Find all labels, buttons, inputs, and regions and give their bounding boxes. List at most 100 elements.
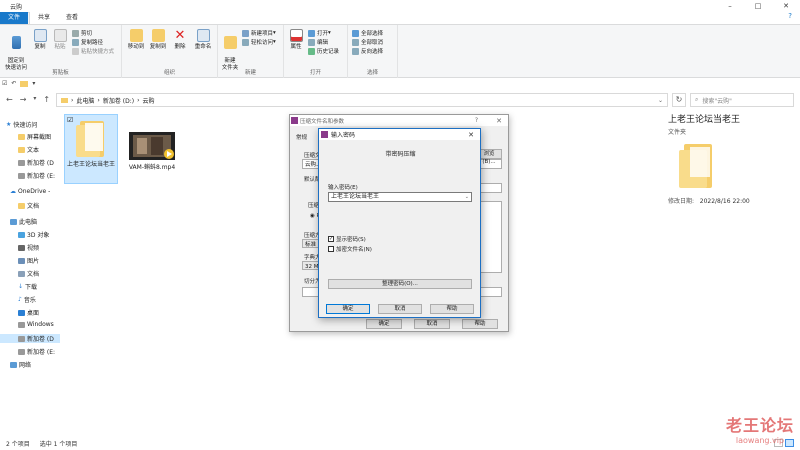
tab-file[interactable]: 文件 <box>0 12 29 24</box>
details-pane: 上老王论坛当老王 文件夹 修改日期: 2022/8/16 22:00 <box>668 112 798 205</box>
move-to-button[interactable]: 移动到 <box>126 29 146 51</box>
nav-onedrive-docs[interactable]: 文档 <box>18 201 39 210</box>
compress-cancel-button[interactable]: 取消 <box>414 319 450 329</box>
copy-button[interactable]: 复制 <box>32 29 48 51</box>
edit-button[interactable]: 编辑 <box>308 38 328 46</box>
close-icon[interactable]: ✕ <box>468 131 474 139</box>
nav-item-drive-d[interactable]: 新加卷 (D <box>18 158 54 167</box>
nav-pc-drive-d[interactable]: 新加卷 (D <box>0 334 60 343</box>
organize-group-label: 组织 <box>163 70 175 76</box>
help-button[interactable]: 帮助 <box>430 304 474 314</box>
file-item-folder[interactable]: ☑ 上老王论坛当老王 <box>64 114 118 184</box>
properties-button[interactable]: 属性 <box>288 29 304 51</box>
pin-icon <box>11 36 21 49</box>
nav-pc-pictures[interactable]: 图片 <box>18 256 39 265</box>
folder-small-icon[interactable] <box>20 80 29 87</box>
nav-pc-desktop[interactable]: 桌面 <box>18 308 39 317</box>
password-dialog-titlebar: 输入密码 ✕ <box>319 129 480 140</box>
invert-selection-button[interactable]: 反向选择 <box>352 47 383 55</box>
edit-icon <box>308 38 315 46</box>
clipboard-group-label: 剪贴板 <box>52 70 69 76</box>
properties-icon <box>289 29 303 42</box>
maximize-icon[interactable]: □ <box>744 0 772 12</box>
search-input[interactable]: ⌕ 搜索"云购" <box>690 93 794 107</box>
address-bar[interactable]: › 此电脑 › 新加卷 (D:) › 云购 ⌄ <box>56 93 668 107</box>
paste-shortcut-button[interactable]: 粘贴快捷方式 <box>72 47 114 55</box>
help-icon[interactable]: ? <box>475 117 478 124</box>
checkbox-icon[interactable]: ☑ <box>67 116 73 124</box>
music-icon: ♪ <box>18 296 22 303</box>
open-button[interactable]: 打开 ▾ <box>308 29 331 37</box>
select-none-button[interactable]: 全部取消 <box>352 38 383 46</box>
password-label: 输入密码(E) <box>328 185 358 191</box>
password-dialog-heading: 带密码压缩 <box>385 151 416 158</box>
details-title: 上老王论坛当老王 <box>668 115 741 125</box>
video-thumbnail-icon <box>129 132 175 160</box>
crumb-drive-d[interactable]: 新加卷 (D:) <box>103 96 134 105</box>
tab-general[interactable]: 常规 <box>296 133 307 141</box>
password-input[interactable]: 上老王论坛当老王 ⌄ <box>328 192 472 202</box>
search-icon: ⌕ <box>695 96 699 103</box>
chevron-down-icon[interactable]: ⌄ <box>465 193 469 201</box>
new-folder-button[interactable]: 新建 文件夹 <box>220 29 240 72</box>
undo-icon[interactable]: ↶ <box>11 80 16 87</box>
folder-icon <box>18 202 25 209</box>
nav-this-pc[interactable]: 此电脑 <box>10 217 37 226</box>
cancel-button[interactable]: 取消 <box>378 304 422 314</box>
qat-dropdown-icon[interactable]: ▾ <box>32 80 35 87</box>
cut-button[interactable]: 剪切 <box>72 29 92 37</box>
history-button[interactable]: 历史记录 <box>308 47 339 55</box>
compress-ok-button[interactable]: 确定 <box>366 319 402 329</box>
close-icon[interactable]: ✕ <box>496 117 502 125</box>
nav-item-drive-e[interactable]: 新加卷 (E: <box>18 171 55 180</box>
file-item-video[interactable]: VAM-蝌蚪8.mp4 <box>124 132 180 192</box>
organize-group: 移动到 复制到 ✕ 删除 重命名 组织 <box>122 25 218 78</box>
nav-pc-downloads[interactable]: ↓ 下载 <box>18 282 37 291</box>
nav-pc-windows[interactable]: Windows <box>18 321 54 328</box>
refresh-icon[interactable]: ↻ <box>672 93 686 107</box>
new-group-label: 新建 <box>244 70 256 76</box>
minimize-icon[interactable]: – <box>716 0 744 12</box>
copy-path-button[interactable]: 复制路径 <box>72 38 103 46</box>
checkbox-icon[interactable]: ☑ <box>2 80 7 87</box>
copy-to-button[interactable]: 复制到 <box>148 29 168 51</box>
rename-button[interactable]: 重命名 <box>192 29 214 51</box>
recent-dropdown-icon[interactable]: ▾ <box>33 95 36 104</box>
forward-icon[interactable]: → <box>20 95 27 104</box>
nav-item-text[interactable]: 文本 <box>18 145 39 154</box>
nav-quick-access[interactable]: ★ 快速访问 <box>6 120 37 129</box>
nav-pc-video[interactable]: 视频 <box>18 243 39 252</box>
crumb-this-pc[interactable]: 此电脑 <box>76 96 94 105</box>
nav-network[interactable]: 网络 <box>10 360 31 369</box>
nav-pc-drive-e[interactable]: 新加卷 (E: <box>18 347 55 356</box>
manage-passwords-button[interactable]: 整理密码(O)... <box>328 279 472 289</box>
back-icon[interactable]: ← <box>6 95 13 104</box>
crumb-yungou[interactable]: 云购 <box>142 96 154 105</box>
nav-pc-3d[interactable]: 3D 对象 <box>18 230 49 239</box>
drive-icon <box>18 335 25 342</box>
easy-access-button[interactable]: 轻松访问 ▾ <box>242 38 276 46</box>
paste-button[interactable]: 粘贴 <box>52 29 68 51</box>
tab-view[interactable]: 查看 <box>58 12 86 24</box>
download-icon: ↓ <box>18 283 24 290</box>
compress-help-button[interactable]: 帮助 <box>462 319 498 329</box>
nav-pc-music[interactable]: ♪ 音乐 <box>18 295 36 304</box>
encrypt-names-checkbox[interactable]: 加密文件名(N) <box>328 245 372 253</box>
watermark: 老王论坛 laowang.vip <box>725 416 794 445</box>
up-icon[interactable]: ↑ <box>43 95 50 104</box>
delete-button[interactable]: ✕ 删除 <box>172 29 188 51</box>
close-icon[interactable]: ✕ <box>772 0 800 12</box>
address-dropdown-icon[interactable]: ⌄ <box>658 97 663 104</box>
new-item-button[interactable]: 新建项目 ▾ <box>242 29 276 37</box>
tab-share[interactable]: 共享 <box>30 12 58 24</box>
nav-onedrive[interactable]: ☁ OneDrive - <box>10 188 50 195</box>
help-icon[interactable]: ? <box>788 12 792 20</box>
pin-button[interactable]: 固定到 快速访问 <box>2 29 30 72</box>
nav-item-screenshots[interactable]: 屏幕截图 <box>18 132 51 141</box>
select-all-button[interactable]: 全部选择 <box>352 29 383 37</box>
ribbon: 固定到 快速访问 复制 粘贴 剪切 复制路径 粘贴快捷方式 剪贴板 移动到 复制… <box>0 24 800 78</box>
scissors-icon <box>72 29 79 37</box>
ok-button[interactable]: 确定 <box>326 304 370 314</box>
nav-pc-documents[interactable]: 文档 <box>18 269 39 278</box>
show-password-checkbox[interactable]: ✓ 显示密码(S) <box>328 235 366 243</box>
